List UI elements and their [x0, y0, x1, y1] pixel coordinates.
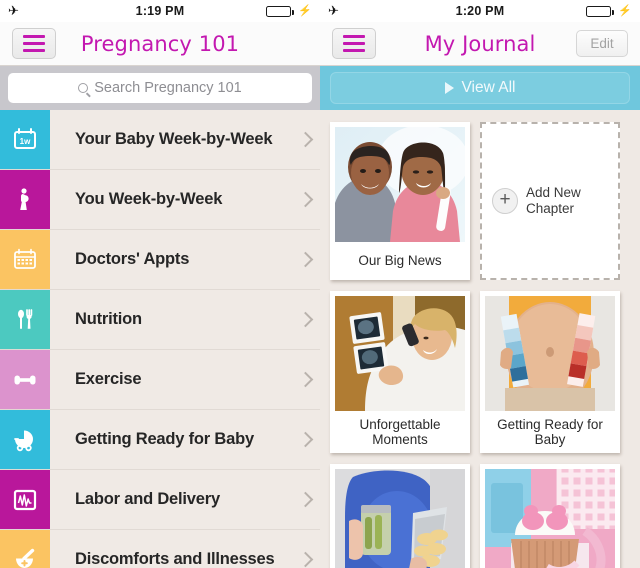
journal-card-getting-ready-for-baby[interactable]: Getting Ready for Baby — [480, 291, 620, 453]
search-bar-container: Search Pregnancy 101 — [0, 66, 320, 110]
battery-icon — [266, 5, 295, 17]
card-photo-belly-with-paint-swatches — [485, 296, 615, 411]
view-all-label: View All — [461, 79, 516, 96]
add-new-chapter-button[interactable]: + Add New Chapter — [480, 122, 620, 280]
sidebar-item-label: Discomforts and Illnesses — [75, 550, 275, 568]
sidebar-item-label: Getting Ready for Baby — [75, 430, 254, 448]
status-bar-left: ✈ 1:19 PM ⚡ — [0, 0, 320, 22]
sidebar-item-doctors-appts[interactable]: Doctors' Appts — [0, 230, 320, 290]
chevron-right-icon — [290, 530, 320, 568]
calendar-week-icon: 1w — [0, 110, 50, 169]
nav-bar-left: Pregnancy 101 — [0, 22, 320, 66]
page-title: Pregnancy 101 — [80, 31, 240, 56]
journal-card-cravings[interactable] — [330, 464, 470, 568]
journal-card-baby-shower[interactable] — [480, 464, 620, 568]
mortar-pestle-icon — [0, 530, 50, 568]
journal-card-unforgettable-moments[interactable]: Unforgettable Moments — [330, 291, 470, 453]
card-title: Our Big News — [358, 253, 442, 269]
journal-card-our-big-news[interactable]: Our Big News — [330, 122, 470, 280]
sidebar-item-label: Your Baby Week-by-Week — [75, 130, 273, 148]
card-photo-woman-on-phone-with-ultrasound — [335, 296, 465, 411]
status-bar-right: ✈ 1:20 PM ⚡ — [320, 0, 640, 22]
hamburger-menu-icon[interactable] — [332, 28, 376, 59]
right-panel-my-journal: ✈ 1:20 PM ⚡ My Journal Edit View All Our… — [320, 0, 640, 568]
chevron-right-icon — [290, 110, 320, 169]
sidebar-item-label: Nutrition — [75, 310, 142, 328]
view-all-button[interactable]: View All — [330, 72, 630, 104]
journal-card-grid: Our Big News + Add New Chapter Unforgett… — [320, 110, 640, 568]
left-panel-pregnancy-101: ✈ 1:19 PM ⚡ Pregnancy 101 Search Pregnan… — [0, 0, 320, 568]
search-placeholder: Search Pregnancy 101 — [94, 80, 242, 96]
calendar-month-icon — [0, 230, 50, 289]
hamburger-menu-icon[interactable] — [12, 28, 56, 59]
chevron-right-icon — [290, 410, 320, 469]
card-title: Getting Ready for Baby — [497, 416, 603, 447]
chevron-right-icon — [290, 350, 320, 409]
sidebar-item-nutrition[interactable]: Nutrition — [0, 290, 320, 350]
sidebar-item-label: Doctors' Appts — [75, 250, 190, 268]
svg-text:1w: 1w — [20, 137, 31, 146]
chevron-right-icon — [290, 230, 320, 289]
page-title: My Journal — [424, 31, 536, 56]
nav-bar-right: My Journal Edit — [320, 22, 640, 66]
chevron-right-icon — [290, 170, 320, 229]
battery-icon — [586, 5, 615, 17]
category-list: 1w Your Baby Week-by-Week You Week-by-We… — [0, 110, 320, 568]
pregnant-woman-icon — [0, 170, 50, 229]
card-photo-couple-with-pregnancy-test — [335, 127, 465, 242]
sidebar-item-discomforts-and-illnesses[interactable]: Discomforts and Illnesses — [0, 530, 320, 568]
sidebar-item-label: You Week-by-Week — [75, 190, 223, 208]
app-screen: ✈ 1:19 PM ⚡ Pregnancy 101 Search Pregnan… — [0, 0, 640, 568]
sidebar-item-label: Exercise — [75, 370, 142, 388]
search-icon — [78, 83, 89, 93]
card-title: Unforgettable Moments — [359, 416, 441, 447]
view-all-bar: View All — [320, 66, 640, 110]
heartbeat-monitor-icon — [0, 470, 50, 529]
chevron-right-icon — [290, 470, 320, 529]
edit-button[interactable]: Edit — [576, 30, 628, 57]
search-input[interactable]: Search Pregnancy 101 — [8, 73, 312, 103]
plus-circle-icon: + — [492, 188, 518, 214]
spoon-fork-icon — [0, 290, 50, 349]
sidebar-item-your-baby-week-by-week[interactable]: 1w Your Baby Week-by-Week — [0, 110, 320, 170]
card-photo-pink-cupcake-with-booties — [485, 469, 615, 568]
play-icon — [444, 82, 454, 94]
dumbbell-icon — [0, 350, 50, 409]
chevron-right-icon — [290, 290, 320, 349]
stroller-icon — [0, 410, 50, 469]
sidebar-item-label: Labor and Delivery — [75, 490, 220, 508]
sidebar-item-getting-ready-for-baby[interactable]: Getting Ready for Baby — [0, 410, 320, 470]
sidebar-item-exercise[interactable]: Exercise — [0, 350, 320, 410]
sidebar-item-you-week-by-week[interactable]: You Week-by-Week — [0, 170, 320, 230]
add-new-chapter-label: Add New Chapter — [526, 185, 581, 216]
sidebar-item-labor-and-delivery[interactable]: Labor and Delivery — [0, 470, 320, 530]
card-photo-woman-with-pickles-and-chips — [335, 469, 465, 568]
